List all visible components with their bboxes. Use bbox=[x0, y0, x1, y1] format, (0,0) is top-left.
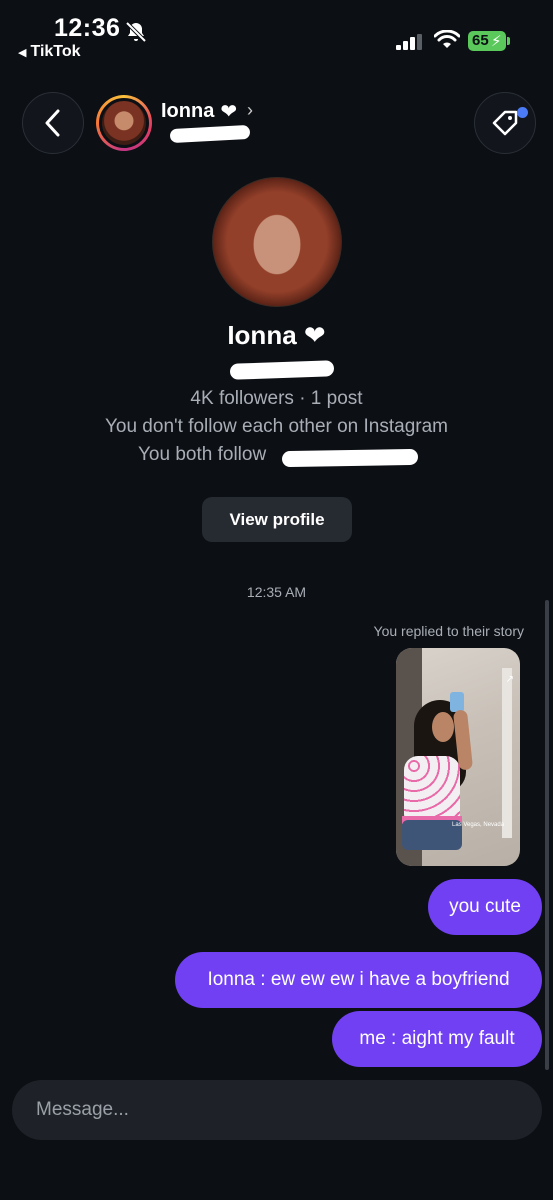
mutual-follow-note: You both follow bbox=[138, 444, 267, 465]
back-app-label: TikTok bbox=[30, 43, 81, 60]
message-bubble[interactable]: me : aight my fault bbox=[332, 1011, 542, 1067]
back-button[interactable] bbox=[22, 92, 84, 154]
redacted-username bbox=[169, 124, 251, 144]
charging-bolt-icon: ⚡ bbox=[491, 33, 502, 50]
battery-indicator: 65 ⚡ bbox=[468, 31, 510, 51]
story-corner-icon: ↗ bbox=[505, 674, 514, 685]
story-top bbox=[404, 756, 460, 822]
back-triangle-icon: ◀ bbox=[18, 46, 27, 59]
profile-stats: 4K followers · 1 post bbox=[190, 388, 363, 409]
redacted-profile-username bbox=[229, 360, 335, 380]
chevron-left-icon bbox=[45, 109, 60, 137]
back-to-app-link[interactable]: ◀ TikTok bbox=[18, 43, 81, 61]
message-bubble[interactable]: Ionna : ew ew ew i have a boyfriend bbox=[175, 952, 542, 1008]
message-bubble[interactable]: you cute bbox=[428, 879, 542, 935]
header-avatar[interactable] bbox=[96, 95, 152, 151]
message-input[interactable] bbox=[36, 1099, 516, 1121]
wifi-icon bbox=[434, 30, 460, 48]
story-mirror-edge bbox=[502, 668, 512, 838]
heart-icon: ❤ bbox=[220, 101, 238, 123]
story-location-sticker: Las Vegas, Nevada bbox=[452, 822, 505, 828]
redacted-mutual-name bbox=[281, 448, 419, 468]
view-profile-button[interactable]: View profile bbox=[202, 497, 352, 542]
story-reply-note: You replied to their story bbox=[373, 623, 524, 639]
profile-avatar[interactable] bbox=[212, 177, 342, 307]
header-name-text: Ionna bbox=[161, 100, 215, 122]
scrollbar[interactable] bbox=[545, 600, 549, 1070]
tag-button[interactable] bbox=[474, 92, 536, 154]
story-face bbox=[432, 712, 454, 742]
story-phone bbox=[450, 692, 464, 712]
notification-dot bbox=[517, 107, 528, 118]
follow-status-note: You don't follow each other on Instagram bbox=[104, 416, 449, 437]
battery-tip bbox=[507, 37, 510, 45]
message-timestamp: 12:35 AM bbox=[246, 584, 307, 600]
chevron-right-icon[interactable]: › bbox=[247, 100, 253, 121]
status-time: 12:36 bbox=[54, 14, 121, 42]
header-contact-name[interactable]: Ionna ❤ bbox=[161, 99, 237, 124]
header-avatar-image bbox=[99, 98, 149, 148]
profile-name: Ionna ❤ bbox=[227, 320, 326, 350]
message-composer[interactable] bbox=[12, 1080, 542, 1140]
tag-icon bbox=[492, 110, 518, 136]
bell-muted-icon bbox=[125, 21, 147, 43]
signal-icon bbox=[396, 34, 422, 50]
story-thumbnail[interactable]: Las Vegas, Nevada ↗ bbox=[396, 648, 520, 866]
